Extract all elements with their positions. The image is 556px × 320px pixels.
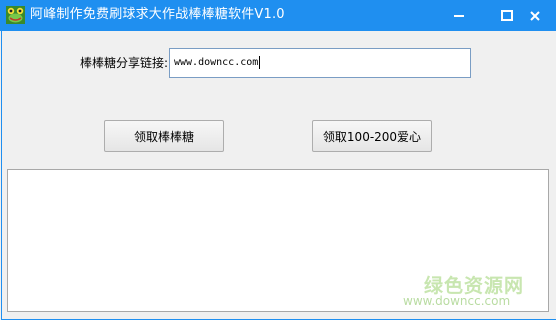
text-caret	[259, 55, 261, 69]
close-icon	[530, 10, 540, 21]
watermark-url: www.downcc.com	[403, 294, 511, 308]
get-lollipop-button[interactable]: 领取棒棒糖	[104, 120, 224, 152]
window-title: 阿峰制作免费刷球求大作战棒棒糖软件V1.0	[30, 7, 285, 22]
share-link-label: 棒棒糖分享链接:	[80, 56, 169, 70]
share-link-value: www.downcc.com	[174, 57, 259, 68]
get-hearts-button[interactable]: 领取100-200爱心	[312, 120, 432, 152]
share-link-input[interactable]: www.downcc.com	[169, 48, 471, 78]
minimize-button[interactable]	[440, 0, 478, 31]
title-bar[interactable]: 阿峰制作免费刷球求大作战棒棒糖软件V1.0	[0, 0, 556, 31]
close-button[interactable]	[516, 0, 554, 31]
share-link-label-text: 棒棒糖分享链接	[80, 56, 165, 70]
minimize-icon	[454, 14, 464, 17]
app-frog-icon	[6, 6, 25, 24]
get-lollipop-label: 领取棒棒糖	[133, 129, 194, 144]
maximize-icon	[501, 10, 513, 21]
get-hearts-label: 领取100-200爱心	[322, 129, 422, 144]
